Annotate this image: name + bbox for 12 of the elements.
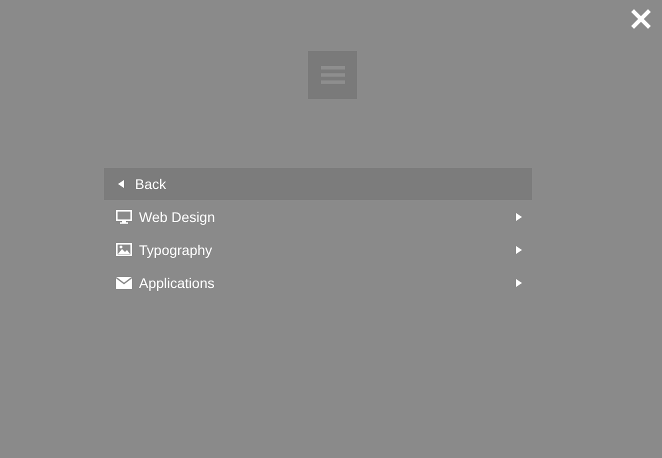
back-item[interactable]: Back — [104, 168, 532, 200]
image-icon — [116, 243, 132, 256]
menu-item[interactable]: Web Design — [104, 200, 532, 233]
left-triangle-icon — [118, 180, 124, 188]
right-triangle-icon — [516, 278, 522, 286]
envelope-icon — [116, 276, 132, 288]
monitor-icon — [116, 210, 132, 224]
right-triangle-icon — [516, 246, 522, 254]
right-triangle-icon — [516, 212, 522, 220]
menu-item[interactable]: Applications — [104, 266, 532, 299]
close-icon[interactable] — [631, 9, 651, 29]
menu-item[interactable]: Typography — [104, 233, 532, 266]
